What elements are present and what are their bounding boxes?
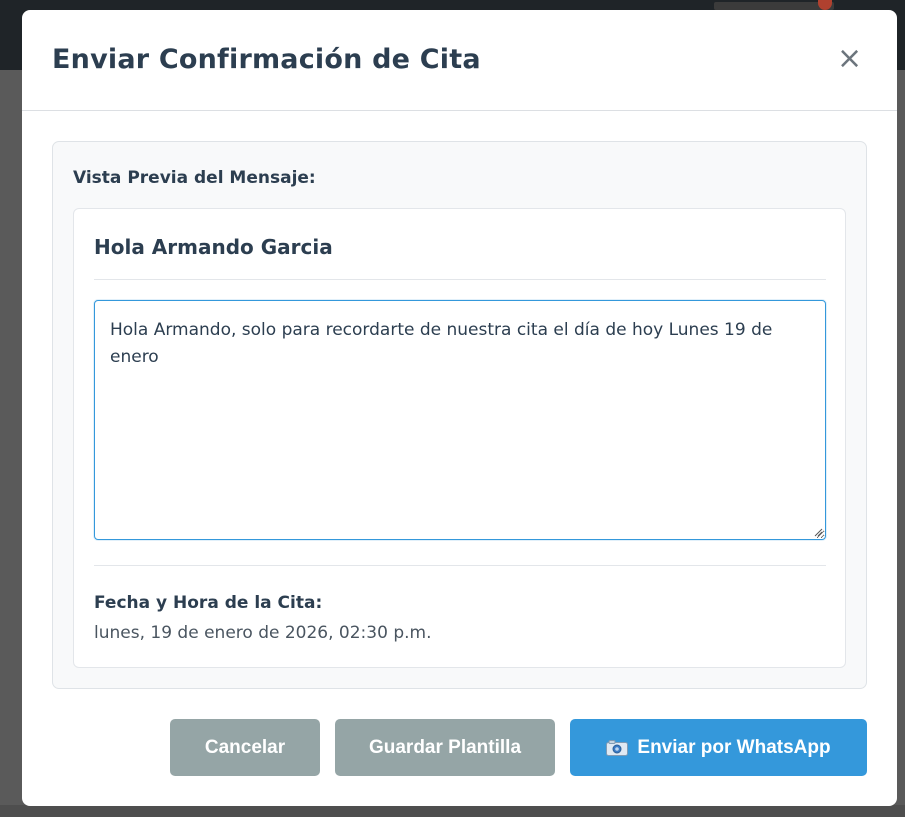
modal-title: Enviar Confirmación de Cita [52, 44, 481, 75]
resize-handle-icon[interactable] [813, 527, 823, 537]
appointment-date-value: lunes, 19 de enero de 2026, 02:30 p.m. [94, 623, 432, 643]
divider [94, 565, 826, 566]
backdrop-content [0, 805, 905, 817]
message-preview-panel: Vista Previa del Mensaje: Hola Armando G… [52, 141, 867, 689]
send-whatsapp-button-label: Enviar por WhatsApp [637, 736, 831, 758]
cancel-button-label: Cancelar [204, 736, 286, 758]
appointment-confirmation-modal: Enviar Confirmación de Cita × Vista Prev… [22, 10, 897, 806]
send-whatsapp-button[interactable]: Enviar por WhatsApp [570, 719, 867, 776]
close-button[interactable]: × [837, 41, 863, 76]
cancel-button[interactable]: Cancelar [170, 719, 320, 776]
preview-label: Vista Previa del Mensaje: [73, 168, 316, 188]
save-template-button[interactable]: Guardar Plantilla [335, 719, 555, 776]
message-card: Hola Armando Garcia Hola Armando, solo p… [73, 208, 846, 668]
save-template-button-label: Guardar Plantilla [368, 736, 522, 758]
backdrop-header-item [714, 2, 834, 10]
greeting-heading: Hola Armando Garcia [94, 235, 333, 259]
divider [94, 279, 826, 280]
appointment-date-label: Fecha y Hora de la Cita: [94, 593, 323, 613]
message-textarea[interactable]: Hola Armando, solo para recordarte de nu… [94, 300, 826, 540]
modal-header: Enviar Confirmación de Cita × [22, 10, 897, 111]
camera-icon [606, 739, 629, 756]
close-icon: × [837, 41, 863, 76]
